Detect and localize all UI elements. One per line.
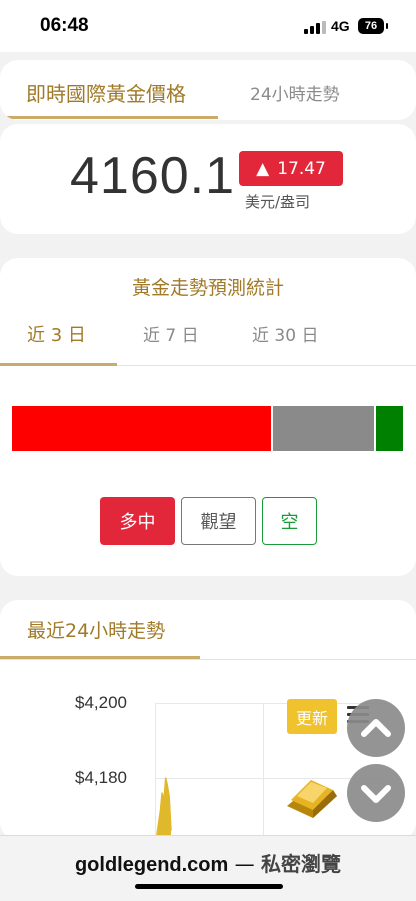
- browser-url: goldlegend.com — 私密瀏覽: [0, 848, 416, 877]
- browser-separator: —: [228, 852, 262, 876]
- chart-point: [159, 811, 161, 813]
- y-tick-label: $4,200: [75, 693, 127, 712]
- bearish-button[interactable]: 空: [262, 497, 317, 545]
- forecast-card: 黃金走勢預測統計 近 3 日 近 7 日 近 30 日 多中 觀望 空: [0, 258, 416, 576]
- neutral-segment: [271, 406, 374, 451]
- tab-3-days[interactable]: 近 3 日: [27, 321, 86, 347]
- price-unit: 美元/盎司: [245, 193, 311, 211]
- scroll-down-button[interactable]: [347, 764, 405, 822]
- chart-point: [168, 796, 170, 798]
- chart-point: [165, 777, 167, 779]
- up-arrow-icon: ▲: [256, 158, 270, 179]
- chart-title-divider: [0, 659, 416, 660]
- private-mode-label: 私密瀏覽: [261, 852, 342, 876]
- signal-icon: [304, 21, 326, 34]
- bullish-button[interactable]: 多中: [100, 497, 175, 545]
- chart-point: [161, 792, 163, 794]
- forecast-title: 黃金走勢預測統計: [131, 277, 284, 299]
- price-change-value: 17.47: [277, 158, 326, 179]
- tab-live-price[interactable]: 即時國際黃金價格: [26, 78, 186, 107]
- home-indicator[interactable]: [135, 884, 283, 889]
- update-button[interactable]: 更新: [287, 699, 337, 734]
- chart-title: 最近24小時走勢: [27, 620, 166, 642]
- neutral-button[interactable]: 觀望: [181, 497, 256, 545]
- price-trend-chart: [154, 777, 172, 837]
- bearish-segment: [373, 406, 403, 451]
- tab-30-days[interactable]: 近 30 日: [252, 321, 318, 346]
- tab-7-days[interactable]: 近 7 日: [143, 321, 199, 346]
- grid-line: [263, 703, 264, 836]
- tab-active-underline: [0, 116, 218, 119]
- browser-address-bar[interactable]: goldlegend.com — 私密瀏覽: [0, 835, 416, 901]
- price-card: 4160.1 ▲ 17.47 美元/盎司: [0, 124, 416, 234]
- forecast-distribution-bar: [12, 406, 403, 451]
- chart-point: [166, 784, 169, 787]
- chart-point: [170, 829, 172, 832]
- y-tick-label: $4,180: [75, 768, 127, 787]
- battery-icon: 76: [358, 18, 388, 34]
- period-active-underline: [0, 363, 117, 366]
- chart-point: [163, 799, 165, 802]
- status-bar: 06:48 4G 76: [0, 0, 416, 52]
- chart-point: [157, 822, 160, 824]
- browser-domain: goldlegend.com: [74, 854, 229, 876]
- price-tabs-card: 即時國際黃金價格 24小時走勢: [0, 60, 416, 120]
- gold-price-value: 4160.1: [70, 147, 236, 205]
- chevron-up-icon: [361, 719, 391, 737]
- price-change-badge: ▲ 17.47: [239, 151, 343, 186]
- status-time: 06:48: [40, 15, 89, 36]
- bullish-segment: [12, 406, 272, 451]
- chevron-down-icon: [361, 785, 391, 803]
- network-type: 4G: [331, 18, 350, 34]
- gold-bar-icon: [287, 780, 337, 818]
- scroll-up-button[interactable]: [347, 699, 405, 757]
- tab-24h-trend[interactable]: 24小時走勢: [250, 80, 340, 105]
